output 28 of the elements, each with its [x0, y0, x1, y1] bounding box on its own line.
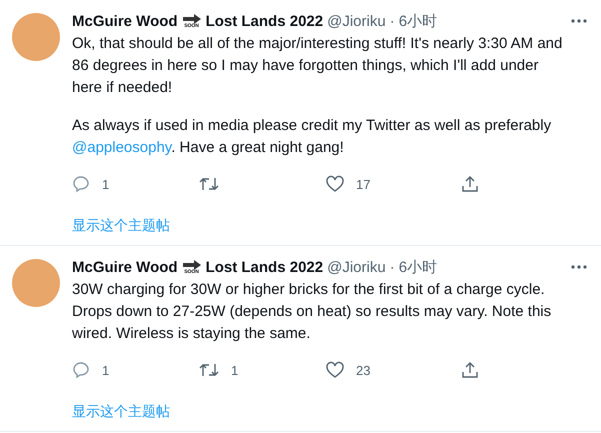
reply-icon[interactable]: [72, 175, 90, 193]
user-handle[interactable]: @Jioriku: [327, 12, 386, 30]
like-count: 17: [356, 176, 370, 192]
user-handle[interactable]: @Jioriku: [327, 258, 386, 276]
more-icon[interactable]: [571, 265, 587, 269]
display-name[interactable]: Lost Lands 2022: [206, 258, 324, 276]
heart-icon[interactable]: [326, 175, 344, 193]
retweet-icon[interactable]: [199, 175, 219, 193]
retweet-count: 1: [231, 362, 238, 378]
timestamp[interactable]: 6小时: [398, 258, 438, 276]
separator-dot: ·: [390, 12, 395, 30]
separator-dot: ·: [390, 258, 395, 276]
share-icon[interactable]: [461, 361, 479, 379]
more-icon[interactable]: [571, 19, 587, 23]
like-count: 23: [356, 362, 370, 378]
reply-icon[interactable]: [72, 361, 90, 379]
retweet-icon[interactable]: [199, 361, 219, 379]
display-name[interactable]: McGuire Wood: [72, 12, 178, 30]
reply-count: 1: [102, 176, 110, 192]
tweet-text: 30W charging for 30W or higher bricks for the first bit of a charge cycle. Drops down to 27-25W (depends on heat) so results may vary. Note this wired. Wireless is staying the same.: [72, 280, 552, 344]
timestamp[interactable]: 6小时: [398, 12, 438, 30]
display-name[interactable]: Lost Lands 2022: [206, 12, 324, 30]
tweet-text: Ok, that should be all of the major/interesting stuff! It's nearly 3:30 AM and 86 degrees in here so I may have forgotten things, which I'll add under here if needed!: [72, 34, 564, 98]
heart-icon[interactable]: [326, 361, 344, 379]
reply-count: 1: [102, 362, 110, 378]
share-icon[interactable]: [461, 175, 479, 193]
display-name[interactable]: McGuire Wood: [72, 258, 178, 276]
tweet-text: As always if used in media please credit my Twitter as well as preferably @appleosophy. Have a great night gang!: [72, 116, 552, 158]
